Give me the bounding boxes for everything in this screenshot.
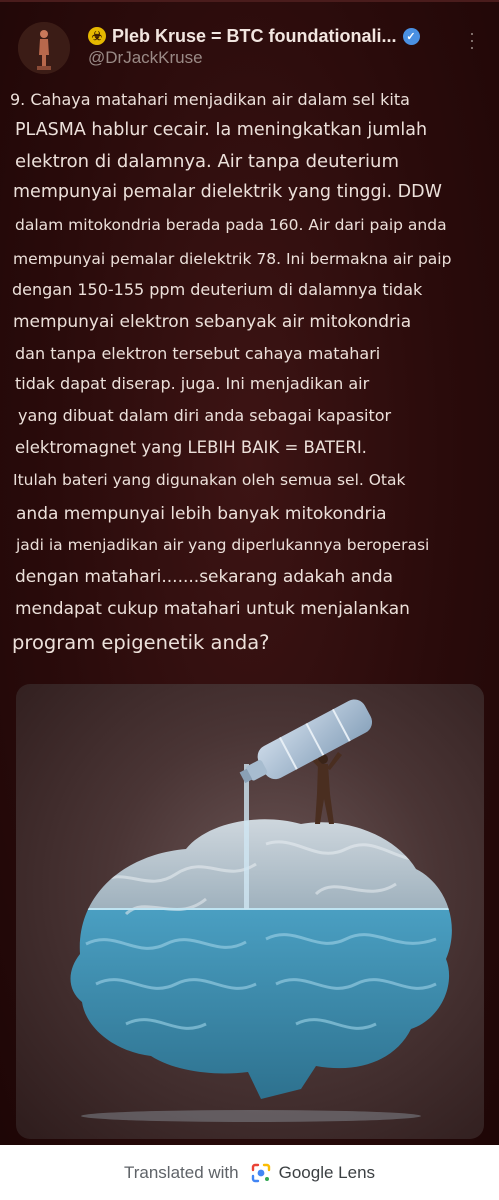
google-lens-brand: Google Lens (278, 1162, 376, 1182)
translation-footer: Translated with Google Lens (0, 1145, 499, 1200)
tweet-line: anda mempunyai lebih banyak mitokondria (16, 504, 387, 524)
tweet-line: elektron di dalamnya. Air tanpa deuteriu… (15, 151, 399, 172)
tweet-line: mempunyai elektron sebanyak air mitokond… (13, 312, 412, 332)
tweet-media-image[interactable] (16, 684, 484, 1139)
statue-avatar-icon (18, 22, 70, 74)
avatar[interactable] (18, 22, 70, 74)
tweet-line: dengan matahari.......sekarang adakah an… (15, 567, 394, 587)
biohazard-icon: ☣ (88, 27, 106, 45)
verified-badge-icon: ✓ (402, 27, 420, 45)
tweet-line: elektromagnet yang LEBIH BAIK = BATERI. (15, 438, 367, 457)
top-divider (0, 0, 499, 2)
brain-water-bottle-illustration (70, 699, 452, 1122)
tweet-line: dan tanpa elektron tersebut cahaya matah… (15, 344, 381, 363)
tweet-line: dalam mitokondria berada pada 160. Air d… (15, 216, 447, 234)
display-name-text: Pleb Kruse = BTC foundationali... (112, 25, 397, 46)
tweet-line: jadi ia menjadikan air yang diperlukanny… (16, 536, 430, 554)
tweet-line: 9. Cahaya matahari menjadikan air dalam … (10, 90, 410, 109)
tweet-line: mendapat cukup matahari untuk menjalanka… (15, 599, 410, 619)
tweet-line: dengan 150-155 ppm deuterium di dalamnya… (12, 280, 423, 299)
tweet-line: PLASMA hablur cecair. Ia meningkatkan ju… (15, 120, 428, 140)
tweet-line: tidak dapat diserap. juga. Ini menjadika… (15, 374, 370, 393)
translated-with-label: Translated with (123, 1162, 239, 1182)
tweet-line: program epigenetik anda? (12, 631, 270, 654)
tweet-line: mempunyai pemalar dielektrik yang tinggi… (13, 182, 442, 202)
tweet-line: yang dibuat dalam diri anda sebagai kapa… (18, 406, 392, 425)
tweet-line: Itulah bateri yang digunakan oleh semua … (13, 471, 406, 489)
more-vertical-icon[interactable]: · · · (467, 24, 477, 56)
man-figure (306, 751, 342, 824)
google-lens-icon (251, 1163, 270, 1182)
tweet-line: mempunyai pemalar dielektrik 78. Ini ber… (13, 250, 452, 268)
user-handle[interactable]: @DrJackKruse (88, 48, 203, 68)
display-name[interactable]: ☣ Pleb Kruse = BTC foundationali... ✓ (88, 24, 458, 48)
